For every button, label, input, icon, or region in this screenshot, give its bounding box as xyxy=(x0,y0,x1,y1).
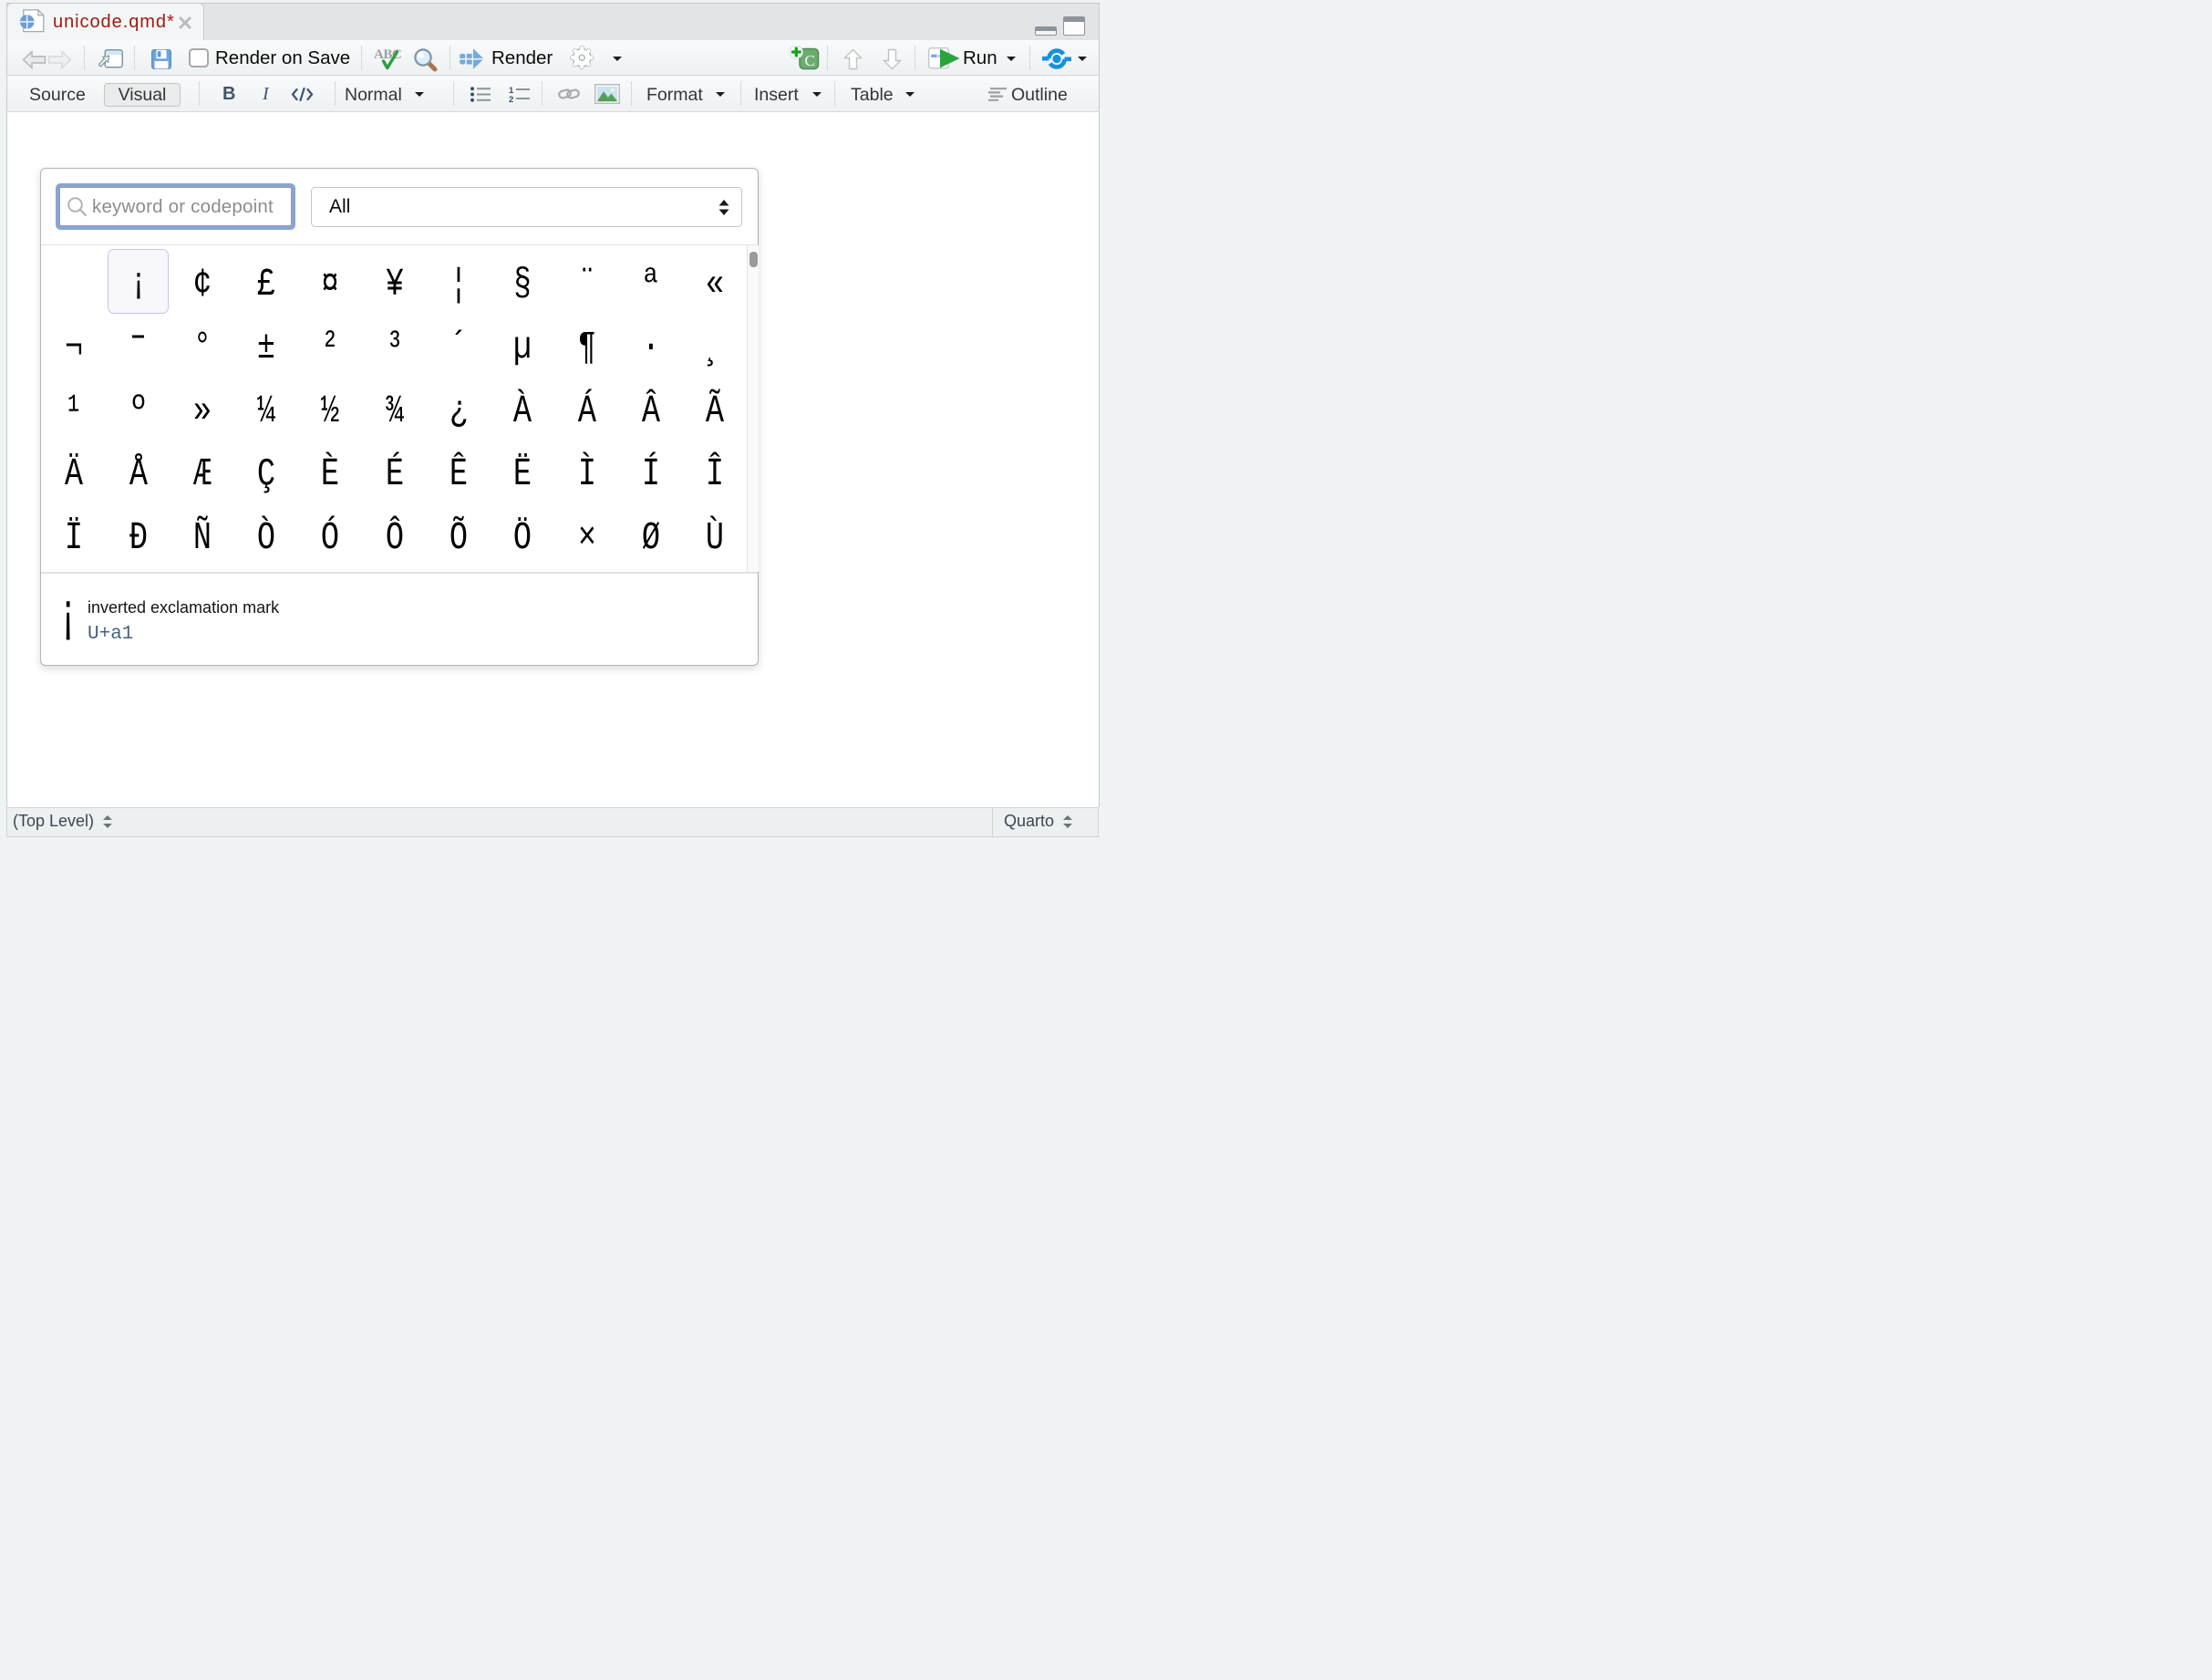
svg-text:C: C xyxy=(805,52,815,69)
svg-text:2: 2 xyxy=(509,95,513,103)
